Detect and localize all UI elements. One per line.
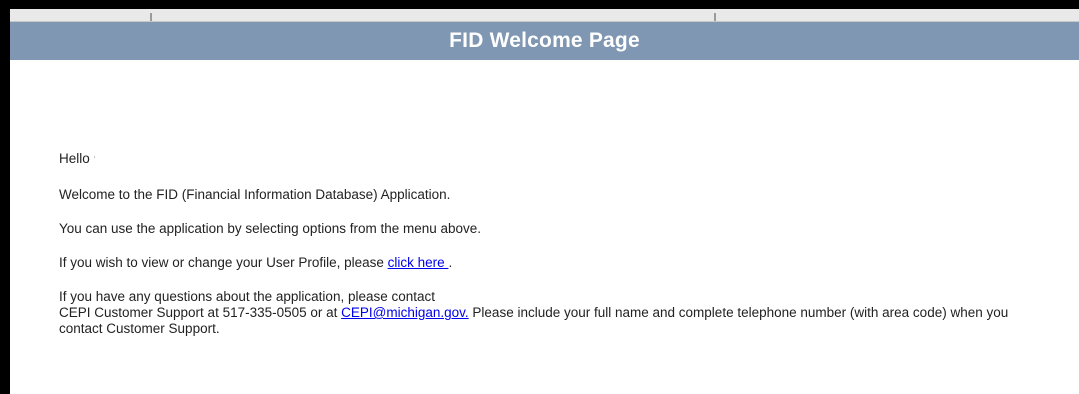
greeting-line: Hello ' [59, 151, 1059, 169]
profile-suffix: . [448, 255, 453, 270]
contact-prefix: CEPI Customer Support at 517-335-0505 or… [59, 305, 342, 320]
welcome-line: Welcome to the FID (Financial Informatio… [59, 187, 451, 202]
frame-border-left [0, 0, 10, 394]
frame-border-top [0, 0, 1079, 9]
profile-link[interactable]: click here [388, 255, 449, 270]
welcome-content: Hello ' Welcome to the FID (Financial In… [59, 151, 1059, 355]
tab-separator [714, 13, 716, 21]
greeting-suffix: ' [93, 155, 96, 166]
contact-paragraph: If you have any questions about the appl… [59, 289, 1049, 337]
contact-line1: If you have any questions about the appl… [59, 289, 436, 304]
profile-prefix: If you wish to view or change your User … [59, 255, 388, 270]
top-strip [10, 9, 1079, 22]
profile-line: If you wish to view or change your User … [59, 255, 1059, 271]
greeting-text: Hello [59, 151, 90, 166]
page-title: FID Welcome Page [449, 29, 640, 52]
tab-separator [150, 13, 152, 21]
page-header: FID Welcome Page [10, 22, 1079, 60]
browser-frame: FID Welcome Page Hello ' Welcome to the … [0, 0, 1079, 394]
menu-hint-line: You can use the application by selecting… [59, 221, 482, 236]
contact-email-link[interactable]: CEPI@michigan.gov. [341, 305, 469, 320]
